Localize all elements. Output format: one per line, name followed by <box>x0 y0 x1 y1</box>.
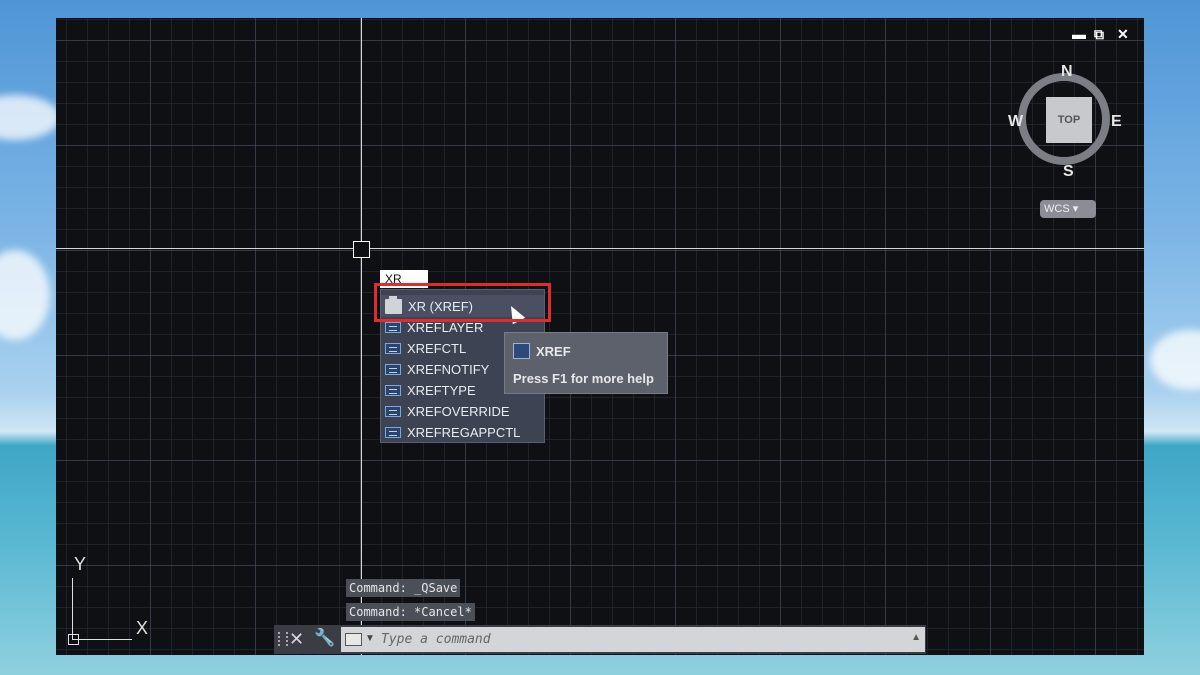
cloud <box>0 95 60 140</box>
command-input-container: ▼ ▲ <box>341 627 925 652</box>
autocomplete-item-label: XREFLAYER <box>407 320 484 335</box>
cloud <box>0 250 50 340</box>
autocomplete-item-label: XREFOVERRIDE <box>407 404 510 419</box>
autocomplete-item-xrefoverride[interactable]: XREFOVERRIDE <box>381 401 544 422</box>
restore-button[interactable]: ⧉ <box>1094 26 1104 43</box>
compass-south[interactable]: S <box>1063 163 1074 181</box>
drawing-area[interactable]: ▬ ⧉ ✕ XR XR (XREF) XREFLAYER XREFCTL XRE… <box>56 18 1144 655</box>
pickbox <box>353 241 370 258</box>
wrench-icon[interactable]: 🔧 <box>314 628 335 648</box>
system-variable-icon <box>385 406 401 417</box>
crosshair-vertical <box>361 18 362 655</box>
system-variable-icon <box>385 385 401 396</box>
command-prompt-icon[interactable] <box>345 633 362 646</box>
ucs-y-label: Y <box>74 554 87 574</box>
system-variable-icon <box>385 364 401 375</box>
compass-east[interactable]: E <box>1111 113 1122 131</box>
ucs-x-label: X <box>136 618 149 638</box>
viewcube[interactable]: TOP N S E W <box>1008 63 1122 180</box>
command-input[interactable] <box>381 631 881 648</box>
close-icon[interactable]: ✕ <box>289 629 304 650</box>
minimize-button[interactable]: ▬ <box>1072 26 1086 42</box>
ucs-x-axis <box>72 639 132 640</box>
system-variable-icon <box>385 343 401 354</box>
compass-north[interactable]: N <box>1061 63 1073 81</box>
tooltip-header: XREF <box>513 343 571 359</box>
autocomplete-item-label: XREFCTL <box>407 341 467 356</box>
compass-west[interactable]: W <box>1008 113 1023 131</box>
xref-icon <box>513 343 530 359</box>
close-button[interactable]: ✕ <box>1117 26 1129 43</box>
grip-handle-icon[interactable] <box>278 632 288 646</box>
ucs-y-axis <box>72 578 73 640</box>
command-line-bar: ✕ 🔧 ▼ ▲ <box>274 625 926 654</box>
tooltip-help-text: Press F1 for more help <box>513 371 654 386</box>
chevron-down-icon[interactable]: ▼ <box>365 633 375 644</box>
highlight-box <box>374 283 551 322</box>
autocomplete-item-label: XREFNOTIFY <box>407 362 490 377</box>
command-history-line: Command: *Cancel* <box>346 603 475 621</box>
autocomplete-item-label: XREFTYPE <box>407 383 476 398</box>
command-history-line: Command: _QSave <box>346 579 461 597</box>
autocomplete-item-label: XREFREGAPPCTL <box>407 425 521 440</box>
crosshair-horizontal <box>56 248 1144 249</box>
system-variable-icon <box>385 322 401 333</box>
command-tooltip: XREF Press F1 for more help <box>504 332 668 394</box>
autocomplete-item-xrefregappctl[interactable]: XREFREGAPPCTL <box>381 422 544 443</box>
chevron-up-icon[interactable]: ▲ <box>911 632 921 643</box>
ucs-origin-box <box>68 634 79 645</box>
cloud <box>1150 330 1200 390</box>
viewcube-top-face[interactable]: TOP <box>1046 97 1092 143</box>
tooltip-title: XREF <box>536 343 571 359</box>
system-variable-icon <box>385 427 401 438</box>
wcs-dropdown[interactable]: WCS ▾ <box>1040 200 1096 218</box>
